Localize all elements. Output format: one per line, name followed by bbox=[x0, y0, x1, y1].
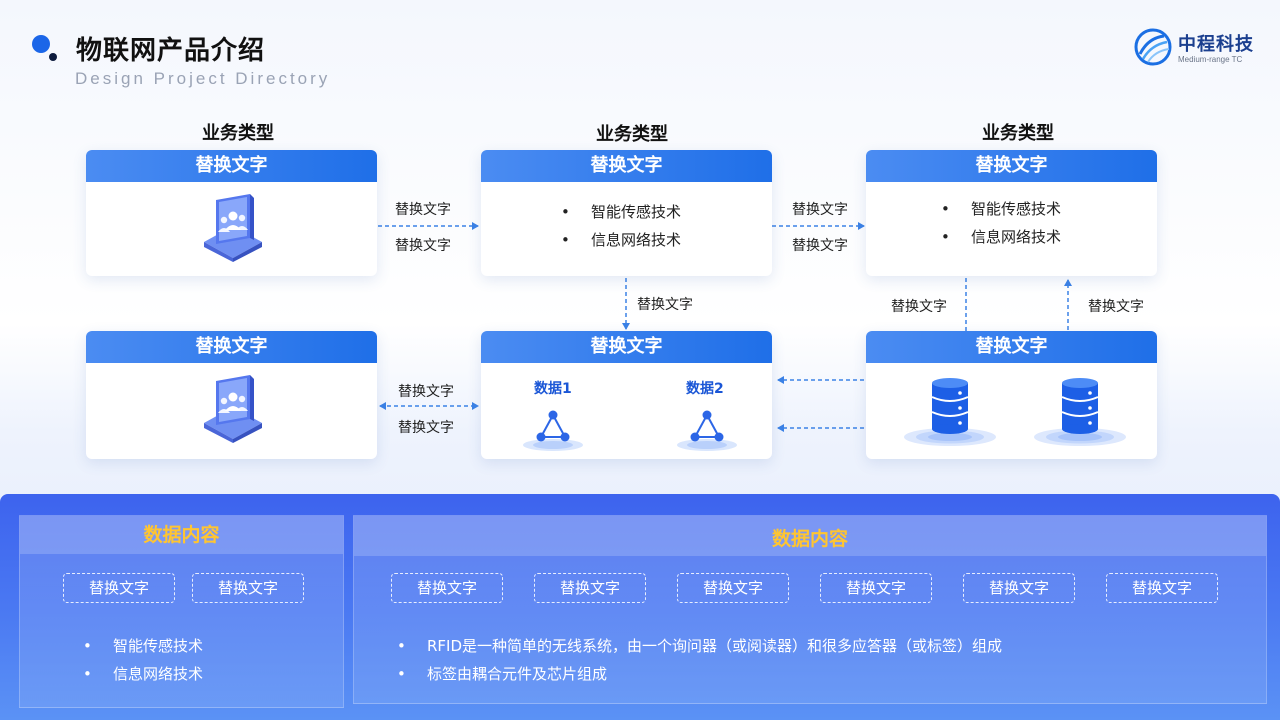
bottom-panel: 数据内容 替换文字 替换文字 智能传感技术 信息网络技术 数据内容 替换文字 替… bbox=[0, 494, 1280, 720]
data-label-1: 数据1 bbox=[534, 381, 572, 397]
database-icon bbox=[904, 378, 996, 446]
panel-bullet-list: RFID是一种简单的无线系统，由一个询问器（或阅读器）和很多应答器（或标签）组成… bbox=[397, 632, 1002, 688]
card-top-middle: 替换文字 智能传感技术 信息网络技术 bbox=[481, 150, 772, 276]
card-bullet-list: 智能传感技术 信息网络技术 bbox=[941, 195, 1061, 251]
network-node-icon bbox=[523, 410, 583, 451]
card-title: 替换文字 bbox=[481, 331, 772, 363]
list-item: 标签由耦合元件及芯片组成 bbox=[397, 660, 1002, 688]
page-subtitle: Design Project Directory bbox=[75, 69, 331, 88]
tag: 替换文字 bbox=[1106, 573, 1218, 603]
card-bottom-middle: 替换文字 数据1 数据2 bbox=[481, 331, 772, 459]
connector-label: 替换文字 bbox=[792, 238, 848, 254]
panel-title: 数据内容 bbox=[20, 516, 343, 554]
data-content-panel-left: 数据内容 替换文字 替换文字 智能传感技术 信息网络技术 bbox=[19, 515, 344, 708]
database-icon bbox=[1034, 378, 1126, 446]
card-title: 替换文字 bbox=[481, 150, 772, 182]
title-dot-icon bbox=[32, 35, 50, 53]
tag: 替换文字 bbox=[63, 573, 175, 603]
card-top-right: 替换文字 智能传感技术 信息网络技术 bbox=[866, 150, 1157, 276]
card-title: 替换文字 bbox=[866, 150, 1157, 182]
card-title: 替换文字 bbox=[86, 331, 377, 363]
column-label-3: 业务类型 bbox=[982, 123, 1054, 144]
list-item: 智能传感技术 bbox=[941, 195, 1061, 223]
card-title: 替换文字 bbox=[86, 150, 377, 182]
tag: 替换文字 bbox=[963, 573, 1075, 603]
tag: 替换文字 bbox=[391, 573, 503, 603]
logo-name: 中程科技 bbox=[1178, 34, 1254, 55]
connector-label: 替换文字 bbox=[1088, 299, 1144, 315]
logo-subtitle: Medium-range TC bbox=[1178, 55, 1243, 64]
data-label-2: 数据2 bbox=[686, 381, 724, 397]
panel-title: 数据内容 bbox=[354, 516, 1266, 556]
connector-label: 替换文字 bbox=[792, 202, 848, 218]
list-item: 智能传感技术 bbox=[561, 198, 681, 226]
tag: 替换文字 bbox=[820, 573, 932, 603]
panel-bullet-list: 智能传感技术 信息网络技术 bbox=[83, 632, 203, 688]
connector-label: 替换文字 bbox=[398, 420, 454, 436]
company-logo: 中程科技 Medium-range TC bbox=[1134, 28, 1268, 68]
network-node-icon bbox=[677, 410, 737, 451]
page-title: 物联网产品介绍 bbox=[76, 36, 266, 66]
connector-label: 替换文字 bbox=[395, 238, 451, 254]
data-content-panel-right: 数据内容 替换文字 替换文字 替换文字 替换文字 替换文字 替换文字 RFID是… bbox=[353, 515, 1267, 704]
tag: 替换文字 bbox=[677, 573, 789, 603]
column-label-1: 业务类型 bbox=[202, 123, 274, 144]
card-top-left: 替换文字 bbox=[86, 150, 377, 276]
tag: 替换文字 bbox=[534, 573, 646, 603]
card-bottom-left: 替换文字 bbox=[86, 331, 377, 459]
list-item: 信息网络技术 bbox=[83, 660, 203, 688]
title-dot-small-icon bbox=[49, 53, 57, 61]
list-item: 智能传感技术 bbox=[83, 632, 203, 660]
list-item: 信息网络技术 bbox=[941, 223, 1061, 251]
list-item: 信息网络技术 bbox=[561, 226, 681, 254]
logo-mark-icon bbox=[1134, 28, 1172, 66]
connector-label: 替换文字 bbox=[637, 297, 693, 313]
connector-label: 替换文字 bbox=[891, 299, 947, 315]
users-screen-icon bbox=[204, 194, 262, 262]
list-item: RFID是一种简单的无线系统，由一个询问器（或阅读器）和很多应答器（或标签）组成 bbox=[397, 632, 1002, 660]
connector-label: 替换文字 bbox=[395, 202, 451, 218]
connector-label: 替换文字 bbox=[398, 384, 454, 400]
card-bottom-right: 替换文字 bbox=[866, 331, 1157, 459]
card-title: 替换文字 bbox=[866, 331, 1157, 363]
tag: 替换文字 bbox=[192, 573, 304, 603]
column-label-2: 业务类型 bbox=[596, 124, 668, 145]
users-screen-icon bbox=[204, 375, 262, 443]
card-bullet-list: 智能传感技术 信息网络技术 bbox=[561, 198, 681, 254]
